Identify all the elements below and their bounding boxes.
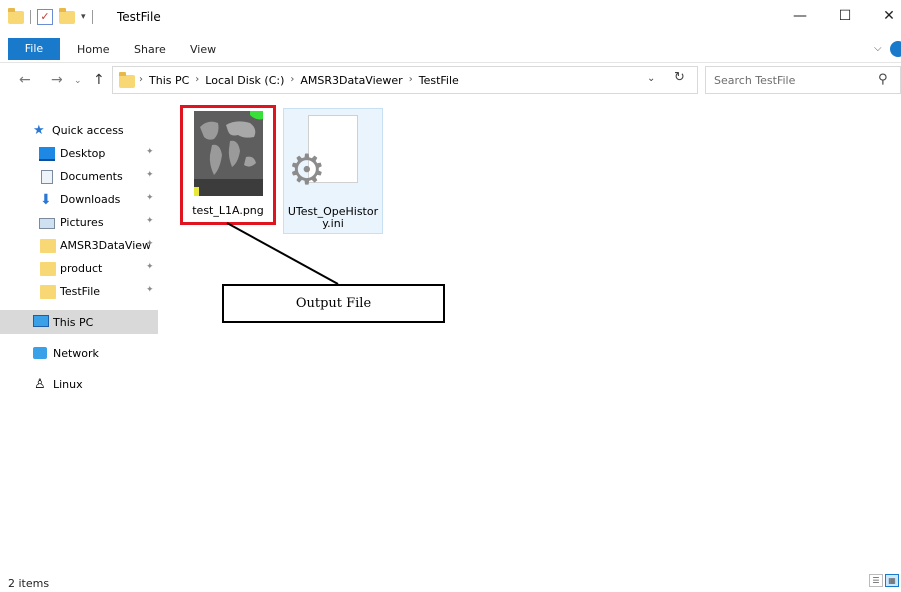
tab-home[interactable]: Home: [77, 43, 109, 56]
new-folder-icon[interactable]: [59, 7, 75, 24]
search-icon[interactable]: ⚲: [878, 72, 888, 87]
file-name: test_L1A.png: [192, 204, 264, 217]
breadcrumb-local-disk[interactable]: Local Disk (C:): [205, 74, 284, 87]
breadcrumb-testfile[interactable]: TestFile: [419, 74, 459, 87]
ribbon-tabs: File Home Share View ⌵: [0, 36, 901, 63]
sidebar-item-label: AMSR3DataView: [60, 239, 152, 252]
maximize-button[interactable]: ☐: [835, 8, 855, 24]
documents-icon: [41, 170, 53, 184]
computer-icon: [33, 315, 49, 327]
sidebar-item-label: This PC: [53, 316, 94, 329]
address-bar[interactable]: › This PC › Local Disk (C:) › AMSR3DataV…: [112, 66, 698, 94]
toolbar-divider: [30, 10, 31, 24]
quick-access-toolbar: ✓ ▾: [8, 7, 93, 25]
file-item-utest-opehistory-ini[interactable]: ⚙ UTest_OpeHistor y.ini: [283, 108, 383, 234]
breadcrumb-separator-icon: ›: [139, 74, 143, 85]
desktop-icon: [39, 147, 55, 161]
tab-file[interactable]: File: [8, 38, 60, 60]
output-file-callout: Output File: [222, 284, 445, 323]
sidebar-item-product[interactable]: product ✦: [0, 258, 158, 280]
linux-penguin-icon: ♙: [34, 377, 46, 392]
breadcrumb-amsr3dataviewer[interactable]: AMSR3DataViewer: [300, 74, 402, 87]
sidebar-item-quick-access[interactable]: ★ Quick access: [0, 120, 158, 142]
sidebar-item-this-pc[interactable]: This PC: [0, 310, 158, 334]
toolbar-divider: [91, 10, 93, 24]
status-item-count: 2 items: [8, 577, 50, 590]
sidebar-item-label: Pictures: [60, 216, 104, 229]
sidebar-item-desktop[interactable]: Desktop ✦: [0, 143, 158, 165]
pin-icon[interactable]: ✦: [146, 262, 154, 272]
search-input[interactable]: Search TestFile ⚲: [705, 66, 901, 94]
file-item-test-l1a-png[interactable]: test_L1A.png: [183, 108, 273, 222]
sidebar-item-pictures[interactable]: Pictures ✦: [0, 212, 158, 234]
folder-icon: [119, 72, 135, 88]
sidebar-item-label: Quick access: [52, 124, 124, 137]
minimize-button[interactable]: —: [790, 8, 810, 24]
breadcrumb-separator-icon: ›: [195, 74, 200, 85]
breadcrumb: › This PC › Local Disk (C:) › AMSR3DataV…: [139, 74, 459, 87]
sidebar-item-label: product: [60, 262, 103, 275]
pin-icon[interactable]: ✦: [146, 170, 154, 180]
pin-icon[interactable]: ✦: [146, 285, 154, 295]
sidebar-item-network[interactable]: Network: [0, 343, 158, 365]
up-arrow-icon[interactable]: ↑: [93, 72, 105, 88]
sidebar-item-label: Network: [53, 347, 99, 360]
pin-icon[interactable]: ✦: [146, 193, 154, 203]
address-dropdown-icon[interactable]: ⌄: [647, 73, 655, 84]
image-thumbnail-icon: [194, 111, 263, 196]
search-placeholder: Search TestFile: [714, 74, 796, 87]
network-icon: [33, 347, 47, 359]
star-icon: ★: [33, 123, 45, 138]
large-icons-view-icon[interactable]: ▦: [885, 574, 899, 587]
tab-share[interactable]: Share: [134, 43, 166, 56]
sidebar-item-downloads[interactable]: ⬇ Downloads ✦: [0, 189, 158, 211]
sidebar-item-linux[interactable]: ♙ Linux: [0, 374, 158, 396]
sidebar-item-documents[interactable]: Documents ✦: [0, 166, 158, 188]
title-bar: ✓ ▾ TestFile — ☐ ✕: [0, 0, 901, 36]
refresh-icon[interactable]: ↻: [674, 70, 685, 85]
details-view-icon[interactable]: ☰: [869, 574, 883, 587]
folder-icon: [40, 285, 56, 299]
sidebar-item-label: Linux: [53, 378, 83, 391]
navigation-pane: ★ Quick access Desktop ✦ Documents ✦ ⬇ D…: [0, 108, 158, 568]
file-name-line2: y.ini: [322, 217, 344, 230]
forward-arrow-icon[interactable]: →: [51, 72, 63, 88]
sidebar-item-label: Documents: [60, 170, 123, 183]
help-icon[interactable]: [890, 41, 901, 57]
sidebar-item-label: Desktop: [60, 147, 106, 160]
window-title: TestFile: [117, 10, 161, 24]
sidebar-item-testfile[interactable]: TestFile ✦: [0, 281, 158, 303]
folder-icon: [40, 239, 56, 253]
download-arrow-icon: ⬇: [40, 192, 52, 208]
back-arrow-icon[interactable]: ←: [19, 72, 31, 88]
recent-locations-icon[interactable]: ⌄: [74, 76, 82, 86]
customize-toolbar-icon[interactable]: ▾: [81, 12, 86, 22]
tab-view[interactable]: View: [190, 43, 216, 56]
breadcrumb-separator-icon: ›: [408, 74, 413, 85]
pin-icon[interactable]: ✦: [146, 216, 154, 226]
pin-icon[interactable]: ✦: [146, 147, 154, 157]
sidebar-item-amsr3dataviewer[interactable]: AMSR3DataView ✦: [0, 235, 158, 257]
expand-ribbon-icon[interactable]: ⌵: [874, 43, 882, 54]
pin-icon[interactable]: ✦: [146, 239, 154, 249]
folder-icon: [8, 7, 24, 24]
properties-icon[interactable]: ✓: [37, 9, 53, 25]
sidebar-item-label: Downloads: [60, 193, 121, 206]
folder-icon: [40, 262, 56, 276]
close-button[interactable]: ✕: [879, 8, 899, 24]
sidebar-item-label: TestFile: [60, 285, 101, 298]
settings-gear-icon: ⚙: [288, 145, 326, 194]
breadcrumb-separator-icon: ›: [290, 74, 295, 85]
breadcrumb-this-pc[interactable]: This PC: [149, 74, 189, 87]
pictures-icon: [39, 218, 55, 229]
